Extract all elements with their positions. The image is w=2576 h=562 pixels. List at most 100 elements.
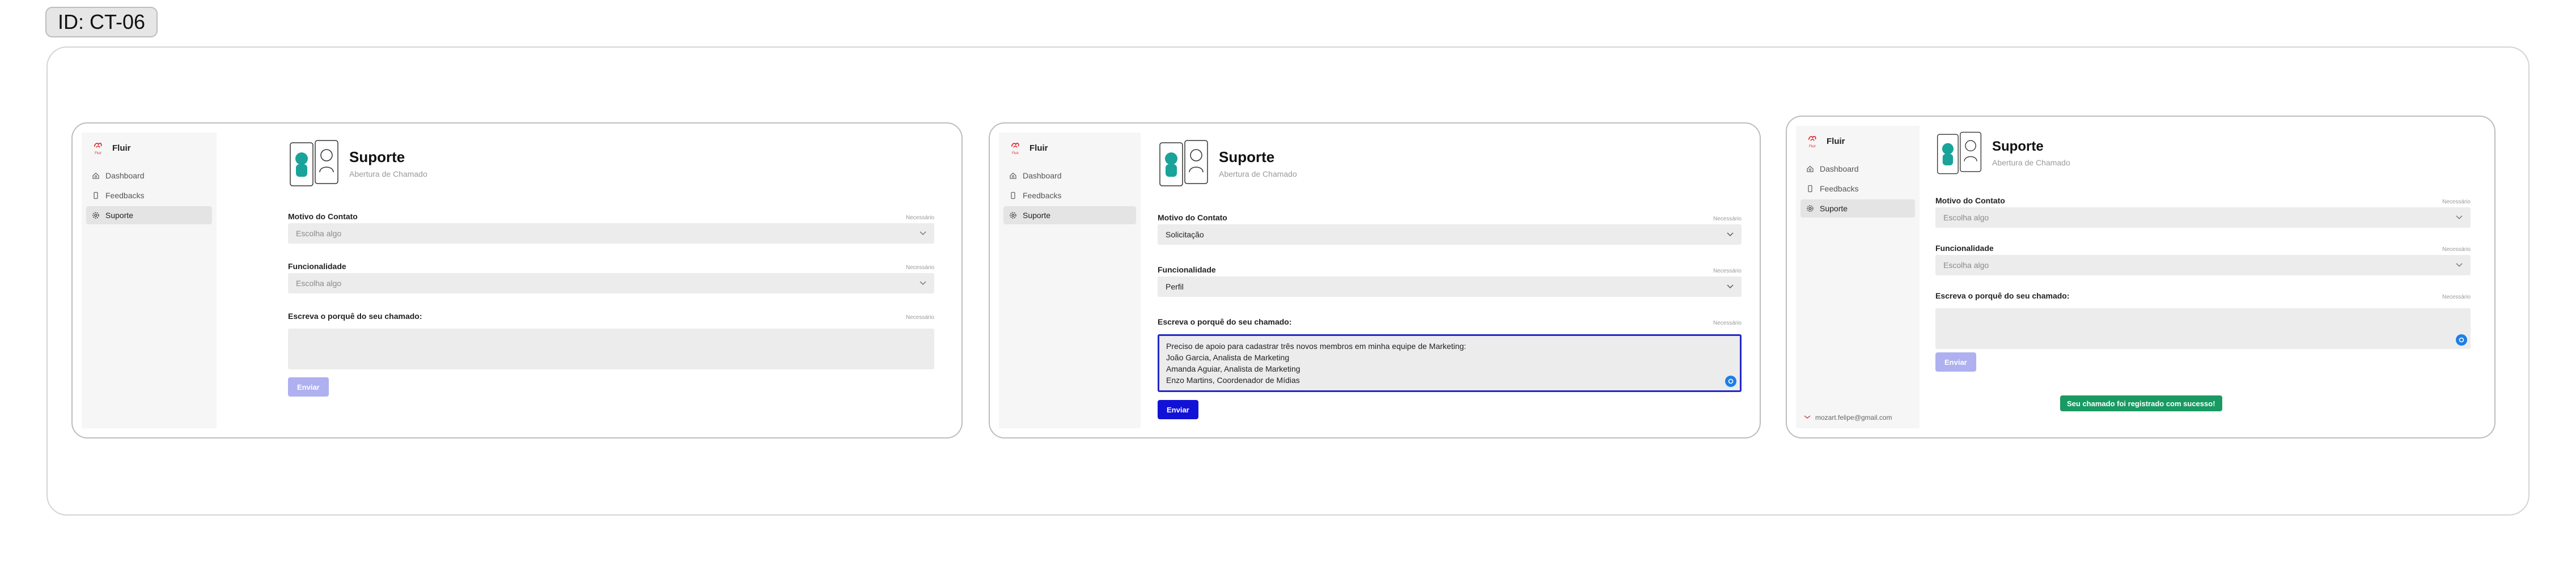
main-content: Suporte Abertura de Chamado Motivo do Co… [217, 133, 952, 428]
motivo-select[interactable]: Escolha algo [288, 223, 934, 244]
sidebar-item-suporte[interactable]: Suporte [1003, 206, 1136, 224]
message-line: Preciso de apoio para cadastrar três nov… [1166, 342, 1467, 351]
brand: Fluir Fluir [1796, 126, 1920, 148]
message-textarea[interactable] [1935, 308, 2471, 349]
page-title: Suporte [1219, 148, 1275, 165]
page-title: Suporte [349, 148, 405, 165]
required-tag: Necessário [1713, 268, 1742, 274]
motivo-select[interactable]: Solicitação [1158, 224, 1742, 245]
motivo-select[interactable]: Escolha algo [1935, 207, 2471, 228]
submit-button[interactable]: Enviar [1158, 400, 1198, 419]
required-tag: Necessário [2442, 246, 2471, 253]
sidebar-item-label: Suporte [1820, 204, 1848, 213]
funcionalidade-field: Funcionalidade Necessário Perfil [1158, 264, 1742, 297]
sidebar-item-label: Dashboard [105, 171, 145, 180]
message-line: João Garcia, Analista de Marketing [1166, 353, 1290, 362]
app-name: Fluir [1827, 136, 1845, 146]
page-subtitle: Abertura de Chamado [1219, 169, 1297, 178]
sidebar-item-dashboard[interactable]: Dashboard [86, 167, 212, 185]
sidebar-item-label: Dashboard [1023, 171, 1062, 180]
support-illustration-icon [1937, 131, 1982, 174]
grammar-check-icon[interactable] [2456, 334, 2467, 346]
id-badge: ID: CT-06 [45, 7, 158, 37]
funcionalidade-label: Funcionalidade [288, 262, 346, 271]
sidebar-item-suporte[interactable]: Suporte [86, 206, 212, 224]
required-tag: Necessário [905, 314, 934, 321]
funcionalidade-select[interactable]: Perfil [1158, 276, 1742, 297]
funcionalidade-value: Escolha algo [296, 279, 342, 288]
funcionalidade-select[interactable]: Escolha algo [1935, 255, 2471, 275]
funcionalidade-label: Funcionalidade [1158, 265, 1216, 274]
message-textarea[interactable] [288, 329, 934, 369]
fluir-logo-icon: Fluir [1008, 140, 1023, 155]
required-tag: Necessário [905, 265, 934, 271]
sidebar-item-label: Feedbacks [1023, 191, 1062, 200]
support-illustration-icon [1159, 140, 1208, 186]
chevron-down-icon [920, 281, 926, 286]
sidebar-item-feedbacks[interactable]: Feedbacks [86, 186, 212, 205]
phone-icon [1808, 185, 1812, 193]
motivo-value: Escolha algo [296, 229, 342, 238]
message-field: Escreva o porquê do seu chamado: Necessár… [1935, 290, 2471, 349]
submit-button[interactable]: Enviar [1935, 352, 1976, 372]
chevron-down-icon [2456, 263, 2463, 267]
sidebar-item-label: Dashboard [1820, 164, 1859, 173]
page-subtitle: Abertura de Chamado [1992, 158, 2070, 167]
sidebar-item-dashboard[interactable]: Dashboard [1800, 160, 1915, 178]
user-account[interactable]: mozart.felipe@gmail.com [1804, 414, 1892, 422]
required-tag: Necessário [905, 215, 934, 221]
message-textarea[interactable]: Preciso de apoio para cadastrar três nov… [1158, 334, 1742, 392]
motivo-label: Motivo do Contato [288, 212, 358, 221]
phone-icon [94, 191, 98, 199]
fluir-logo-icon: Fluir [91, 140, 105, 155]
page-subtitle: Abertura de Chamado [349, 169, 427, 178]
funcionalidade-field: Funcionalidade Necessário Escolha algo [288, 261, 934, 293]
gear-icon [1807, 205, 1814, 212]
message-field: Escreva o porquê do seu chamado: Necessár… [288, 310, 934, 369]
page-header: Suporte Abertura de Chamado [1935, 129, 2070, 177]
grammar-check-icon[interactable] [1725, 376, 1736, 387]
sidebar-item-feedbacks[interactable]: Feedbacks [1800, 180, 1915, 198]
fluir-logo-icon: Fluir [1805, 134, 1820, 148]
home-icon [1807, 165, 1814, 172]
chevron-down-icon [1727, 284, 1734, 289]
message-label: Escreva o porquê do seu chamado: [1935, 291, 2070, 300]
chevron-down-icon [1727, 232, 1734, 237]
sidebar-nav: Dashboard Feedbacks Suporte [82, 167, 217, 224]
brand: Fluir Fluir [999, 133, 1141, 155]
chevron-down-icon [920, 231, 926, 236]
screen-submitted: Fluir Fluir Dashboard Feedbacks Suporte [1786, 116, 2496, 438]
gear-icon [92, 212, 99, 219]
sidebar-nav: Dashboard Feedbacks Suporte [1796, 160, 1920, 218]
screen-filled: Fluir Fluir Dashboard Feedbacks Suporte [989, 122, 1761, 438]
app-name: Fluir [1029, 143, 1048, 153]
logo-caption: Fluir [1809, 145, 1816, 148]
home-icon [92, 172, 99, 179]
mail-icon [1804, 415, 1811, 419]
main-content: Suporte Abertura de Chamado Motivo do Co… [1920, 126, 2485, 428]
message-label: Escreva o porquê do seu chamado: [1158, 317, 1292, 326]
funcionalidade-value: Perfil [1166, 282, 1184, 291]
funcionalidade-select[interactable]: Escolha algo [288, 273, 934, 293]
message-field: Escreva o porquê do seu chamado: Necessár… [1158, 316, 1742, 392]
funcionalidade-value: Escolha algo [1943, 261, 1989, 270]
message-label: Escreva o porquê do seu chamado: [288, 312, 422, 321]
page-header: Suporte Abertura de Chamado [1158, 137, 1297, 189]
sidebar: Fluir Fluir Dashboard Feedbacks Suporte [999, 133, 1141, 428]
motivo-label: Motivo do Contato [1158, 213, 1227, 222]
motivo-value: Escolha algo [1943, 213, 1989, 222]
chevron-down-icon [2456, 215, 2463, 220]
success-toast: Seu chamado foi registrado com sucesso! [2060, 395, 2222, 411]
sidebar-item-feedbacks[interactable]: Feedbacks [1003, 186, 1136, 205]
sidebar-item-dashboard[interactable]: Dashboard [1003, 167, 1136, 185]
motivo-value: Solicitação [1166, 230, 1204, 239]
sidebar-item-label: Suporte [105, 211, 134, 220]
submit-button[interactable]: Enviar [288, 377, 329, 397]
support-illustration-icon [290, 140, 338, 186]
sidebar-item-label: Suporte [1023, 211, 1051, 220]
motivo-label: Motivo do Contato [1935, 196, 2005, 205]
page-title: Suporte [1992, 139, 2044, 154]
funcionalidade-label: Funcionalidade [1935, 244, 1994, 253]
sidebar-item-suporte[interactable]: Suporte [1800, 199, 1915, 218]
screen-empty: Fluir Fluir Dashboard Feedbacks Suporte [71, 122, 963, 438]
